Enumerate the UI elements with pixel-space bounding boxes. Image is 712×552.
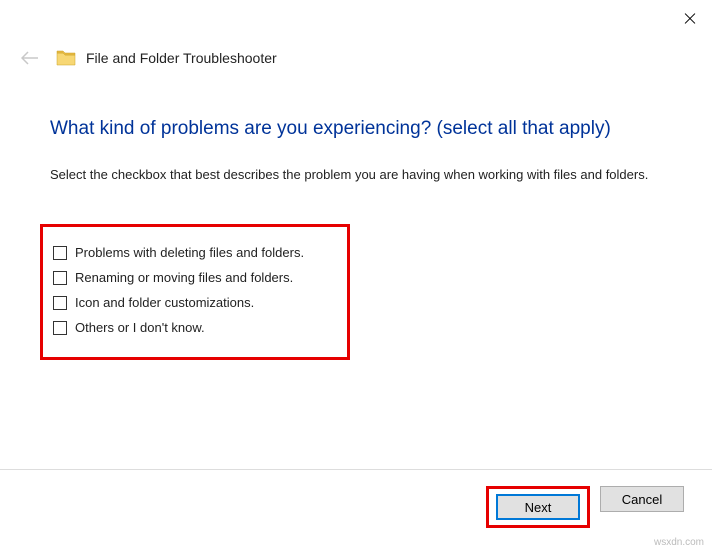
checkbox-label: Problems with deleting files and folders…: [75, 245, 304, 260]
option-row: Problems with deleting files and folders…: [53, 245, 337, 260]
back-button[interactable]: [20, 48, 40, 68]
content-area: What kind of problems are you experienci…: [0, 78, 712, 360]
page-heading: What kind of problems are you experienci…: [50, 118, 662, 140]
checkbox-label: Others or I don't know.: [75, 320, 205, 335]
titlebar: [0, 0, 712, 30]
cancel-button[interactable]: Cancel: [600, 486, 684, 512]
watermark: wsxdn.com: [654, 537, 704, 548]
checkbox-delete-problems[interactable]: [53, 246, 67, 260]
next-highlight: Next: [486, 486, 590, 528]
next-button[interactable]: Next: [496, 494, 580, 520]
checkbox-rename-move[interactable]: [53, 271, 67, 285]
checkbox-others[interactable]: [53, 321, 67, 335]
footer: Next Cancel: [0, 469, 712, 528]
checkbox-icon-customizations[interactable]: [53, 296, 67, 310]
option-row: Icon and folder customizations.: [53, 295, 337, 310]
checkbox-group: Problems with deleting files and folders…: [40, 224, 350, 360]
option-row: Others or I don't know.: [53, 320, 337, 335]
header-title: File and Folder Troubleshooter: [86, 50, 277, 66]
folder-icon: [56, 49, 76, 67]
checkbox-label: Icon and folder customizations.: [75, 295, 254, 310]
close-icon[interactable]: [682, 10, 698, 26]
instruction-text: Select the checkbox that best describes …: [50, 166, 662, 184]
option-row: Renaming or moving files and folders.: [53, 270, 337, 285]
header: File and Folder Troubleshooter: [0, 30, 712, 78]
checkbox-label: Renaming or moving files and folders.: [75, 270, 293, 285]
